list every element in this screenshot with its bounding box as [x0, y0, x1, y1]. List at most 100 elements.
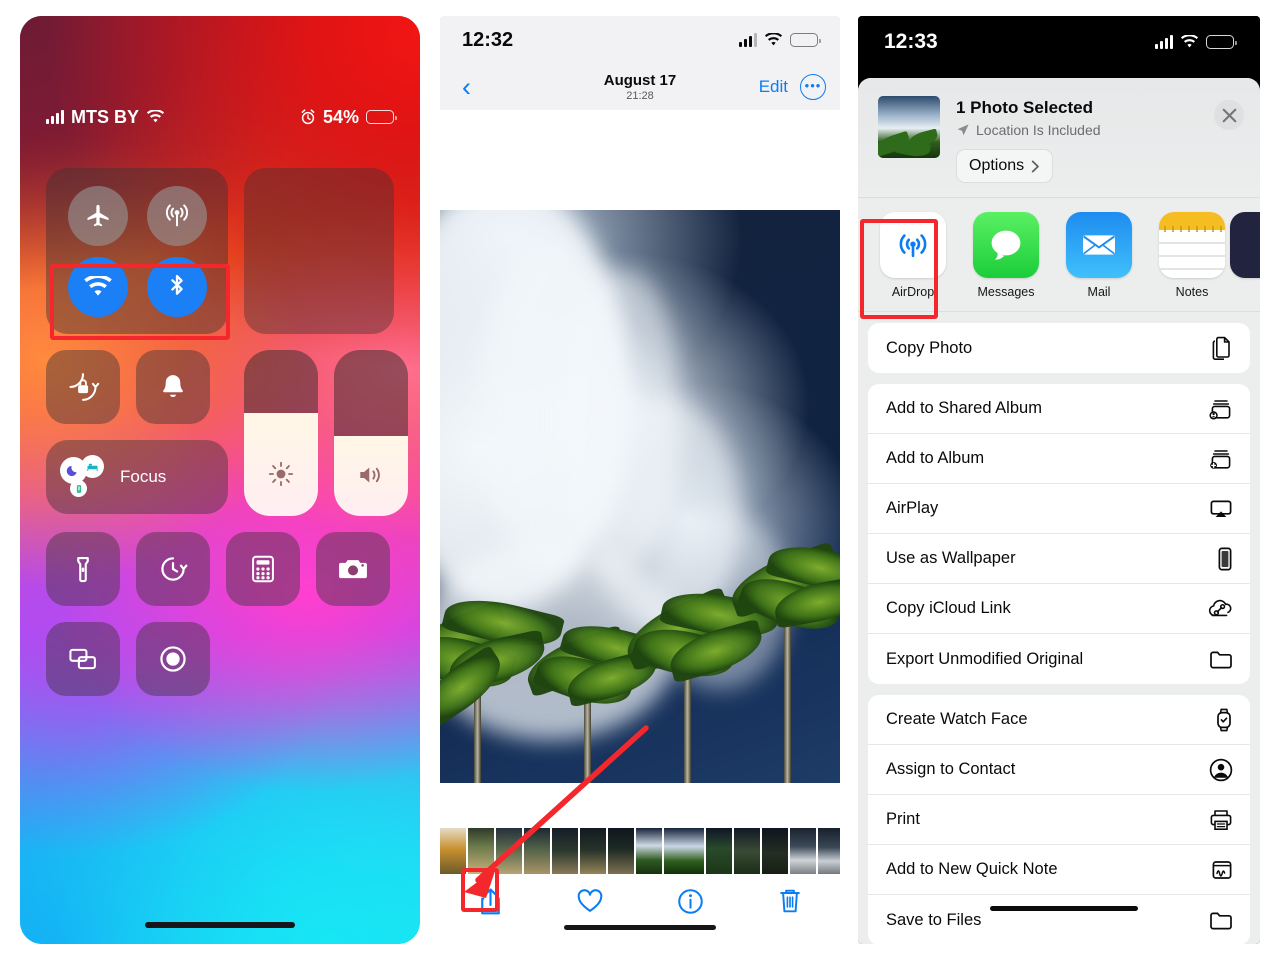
folder-icon	[1208, 648, 1234, 670]
control-center-panel: MTS BY 54% Focus	[20, 16, 420, 944]
cellular-data-toggle[interactable]	[146, 185, 207, 246]
control-center-grid: Focus	[46, 168, 408, 712]
messages-icon	[985, 224, 1027, 266]
wifi-icon	[146, 110, 165, 124]
timer-toggle[interactable]	[136, 532, 210, 606]
app-notes[interactable]: Notes	[1159, 212, 1225, 299]
focus-label: Focus	[120, 467, 167, 486]
antenna-icon	[162, 201, 192, 231]
close-button[interactable]	[1214, 100, 1244, 130]
back-button[interactable]: ‹	[454, 73, 479, 101]
screen-mirroring-toggle[interactable]	[46, 622, 120, 696]
status-time: 12:32	[462, 28, 514, 51]
control-center-status-bar: MTS BY 54%	[46, 104, 397, 130]
timer-icon	[157, 553, 189, 585]
app-partial[interactable]	[1230, 212, 1260, 278]
media-playback-tile[interactable]	[244, 168, 394, 334]
row-use-as-wallpaper[interactable]: Use as Wallpaper	[868, 534, 1250, 584]
row-label: Print	[886, 810, 920, 828]
selected-photo-thumbnail[interactable]	[878, 96, 940, 158]
share-list-group: Copy Photo	[868, 323, 1250, 373]
photo-image[interactable]	[440, 210, 840, 783]
brightness-slider[interactable]	[244, 350, 318, 516]
row-add-to-shared-album[interactable]: Add to Shared Album	[868, 384, 1250, 434]
favorite-button[interactable]	[540, 888, 640, 914]
share-button[interactable]	[440, 887, 540, 916]
options-button[interactable]: Options	[956, 149, 1054, 183]
share-apps-row: AirDrop Messages Mail Notes	[858, 198, 1260, 312]
status-time: 12:33	[884, 30, 938, 53]
more-options-button[interactable]: •••	[800, 74, 826, 100]
app-airdrop[interactable]: AirDrop	[880, 212, 946, 299]
filmstrip-thumbnail	[580, 828, 606, 874]
connectivity-tile[interactable]	[46, 168, 228, 334]
app-mail[interactable]: Mail	[1066, 212, 1132, 299]
mail-icon	[1077, 223, 1121, 267]
partial-app-icon	[1230, 212, 1260, 278]
chevron-right-icon	[1031, 160, 1040, 173]
carrier-label: MTS BY	[71, 106, 140, 127]
wifi-toggle[interactable]	[67, 256, 128, 317]
calculator-toggle[interactable]	[226, 532, 300, 606]
home-indicator	[990, 906, 1138, 911]
app-label: AirDrop	[891, 285, 935, 299]
row-add-to-album[interactable]: Add to Album	[868, 434, 1250, 484]
photo-viewer-panel: 12:32 ‹ August 17 21:28 Edit •••	[440, 16, 840, 944]
wifi-icon	[764, 33, 783, 47]
photo-viewer-navbar: ‹ August 17 21:28 Edit •••	[440, 64, 840, 110]
app-messages[interactable]: Messages	[973, 212, 1039, 299]
copy-icon	[1210, 335, 1234, 361]
home-indicator	[564, 925, 716, 930]
row-copy-icloud-link[interactable]: Copy iCloud Link	[868, 584, 1250, 634]
wifi-icon	[83, 275, 113, 298]
battery-icon	[1206, 35, 1237, 49]
cellular-bars-icon	[739, 33, 757, 47]
filmstrip-thumbnail	[734, 828, 760, 874]
home-indicator	[145, 922, 295, 928]
info-button[interactable]	[640, 888, 740, 915]
filmstrip-thumbnail	[440, 828, 466, 874]
rotation-lock-toggle[interactable]	[46, 350, 120, 424]
row-label: Save to Files	[886, 910, 982, 929]
row-save-to-files[interactable]: Save to Files	[868, 895, 1250, 944]
bell-icon	[158, 372, 188, 402]
screen-record-toggle[interactable]	[136, 622, 210, 696]
filmstrip-thumbnail	[552, 828, 578, 874]
focus-tile[interactable]: Focus	[46, 440, 228, 514]
battery-icon	[366, 110, 397, 124]
row-label: AirPlay	[886, 499, 939, 517]
airplane-mode-toggle[interactable]	[67, 185, 128, 246]
camera-toggle[interactable]	[316, 532, 390, 606]
row-airplay[interactable]: AirPlay	[868, 484, 1250, 534]
row-print[interactable]: Print	[868, 795, 1250, 845]
row-export-unmodified-original[interactable]: Export Unmodified Original	[868, 634, 1250, 684]
photo-filmstrip[interactable]	[440, 828, 840, 874]
alarm-clock-icon	[300, 109, 316, 125]
row-label: Export Unmodified Original	[886, 649, 1084, 668]
bed-icon	[81, 455, 104, 478]
row-add-to-new-quick-note[interactable]: Add to New Quick Note	[868, 845, 1250, 895]
row-assign-to-contact[interactable]: Assign to Contact	[868, 745, 1250, 795]
location-label: Location Is Included	[976, 122, 1101, 138]
flashlight-toggle[interactable]	[46, 532, 120, 606]
icloud-link-icon	[1206, 598, 1234, 620]
app-label: Mail	[1087, 285, 1111, 299]
row-label: Copy Photo	[886, 338, 973, 357]
bluetooth-toggle[interactable]	[146, 256, 207, 317]
cellular-bars-icon	[46, 110, 64, 124]
photo-viewer-toolbar	[440, 874, 840, 928]
delete-button[interactable]	[740, 887, 840, 915]
phone-icon	[70, 480, 87, 497]
airplane-icon	[84, 202, 112, 230]
row-label: Create Watch Face	[886, 710, 1028, 728]
screen-mirroring-icon	[67, 645, 99, 673]
cellular-bars-icon	[1155, 35, 1173, 49]
volume-slider[interactable]	[334, 350, 408, 516]
row-create-watch-face[interactable]: Create Watch Face	[868, 695, 1250, 745]
printer-icon	[1208, 808, 1234, 832]
share-sheet-status-bar: 12:33	[858, 16, 1260, 68]
watch-icon	[1214, 707, 1234, 733]
row-copy-photo[interactable]: Copy Photo	[868, 323, 1250, 373]
silent-mode-toggle[interactable]	[136, 350, 210, 424]
edit-button[interactable]: Edit	[759, 77, 788, 97]
